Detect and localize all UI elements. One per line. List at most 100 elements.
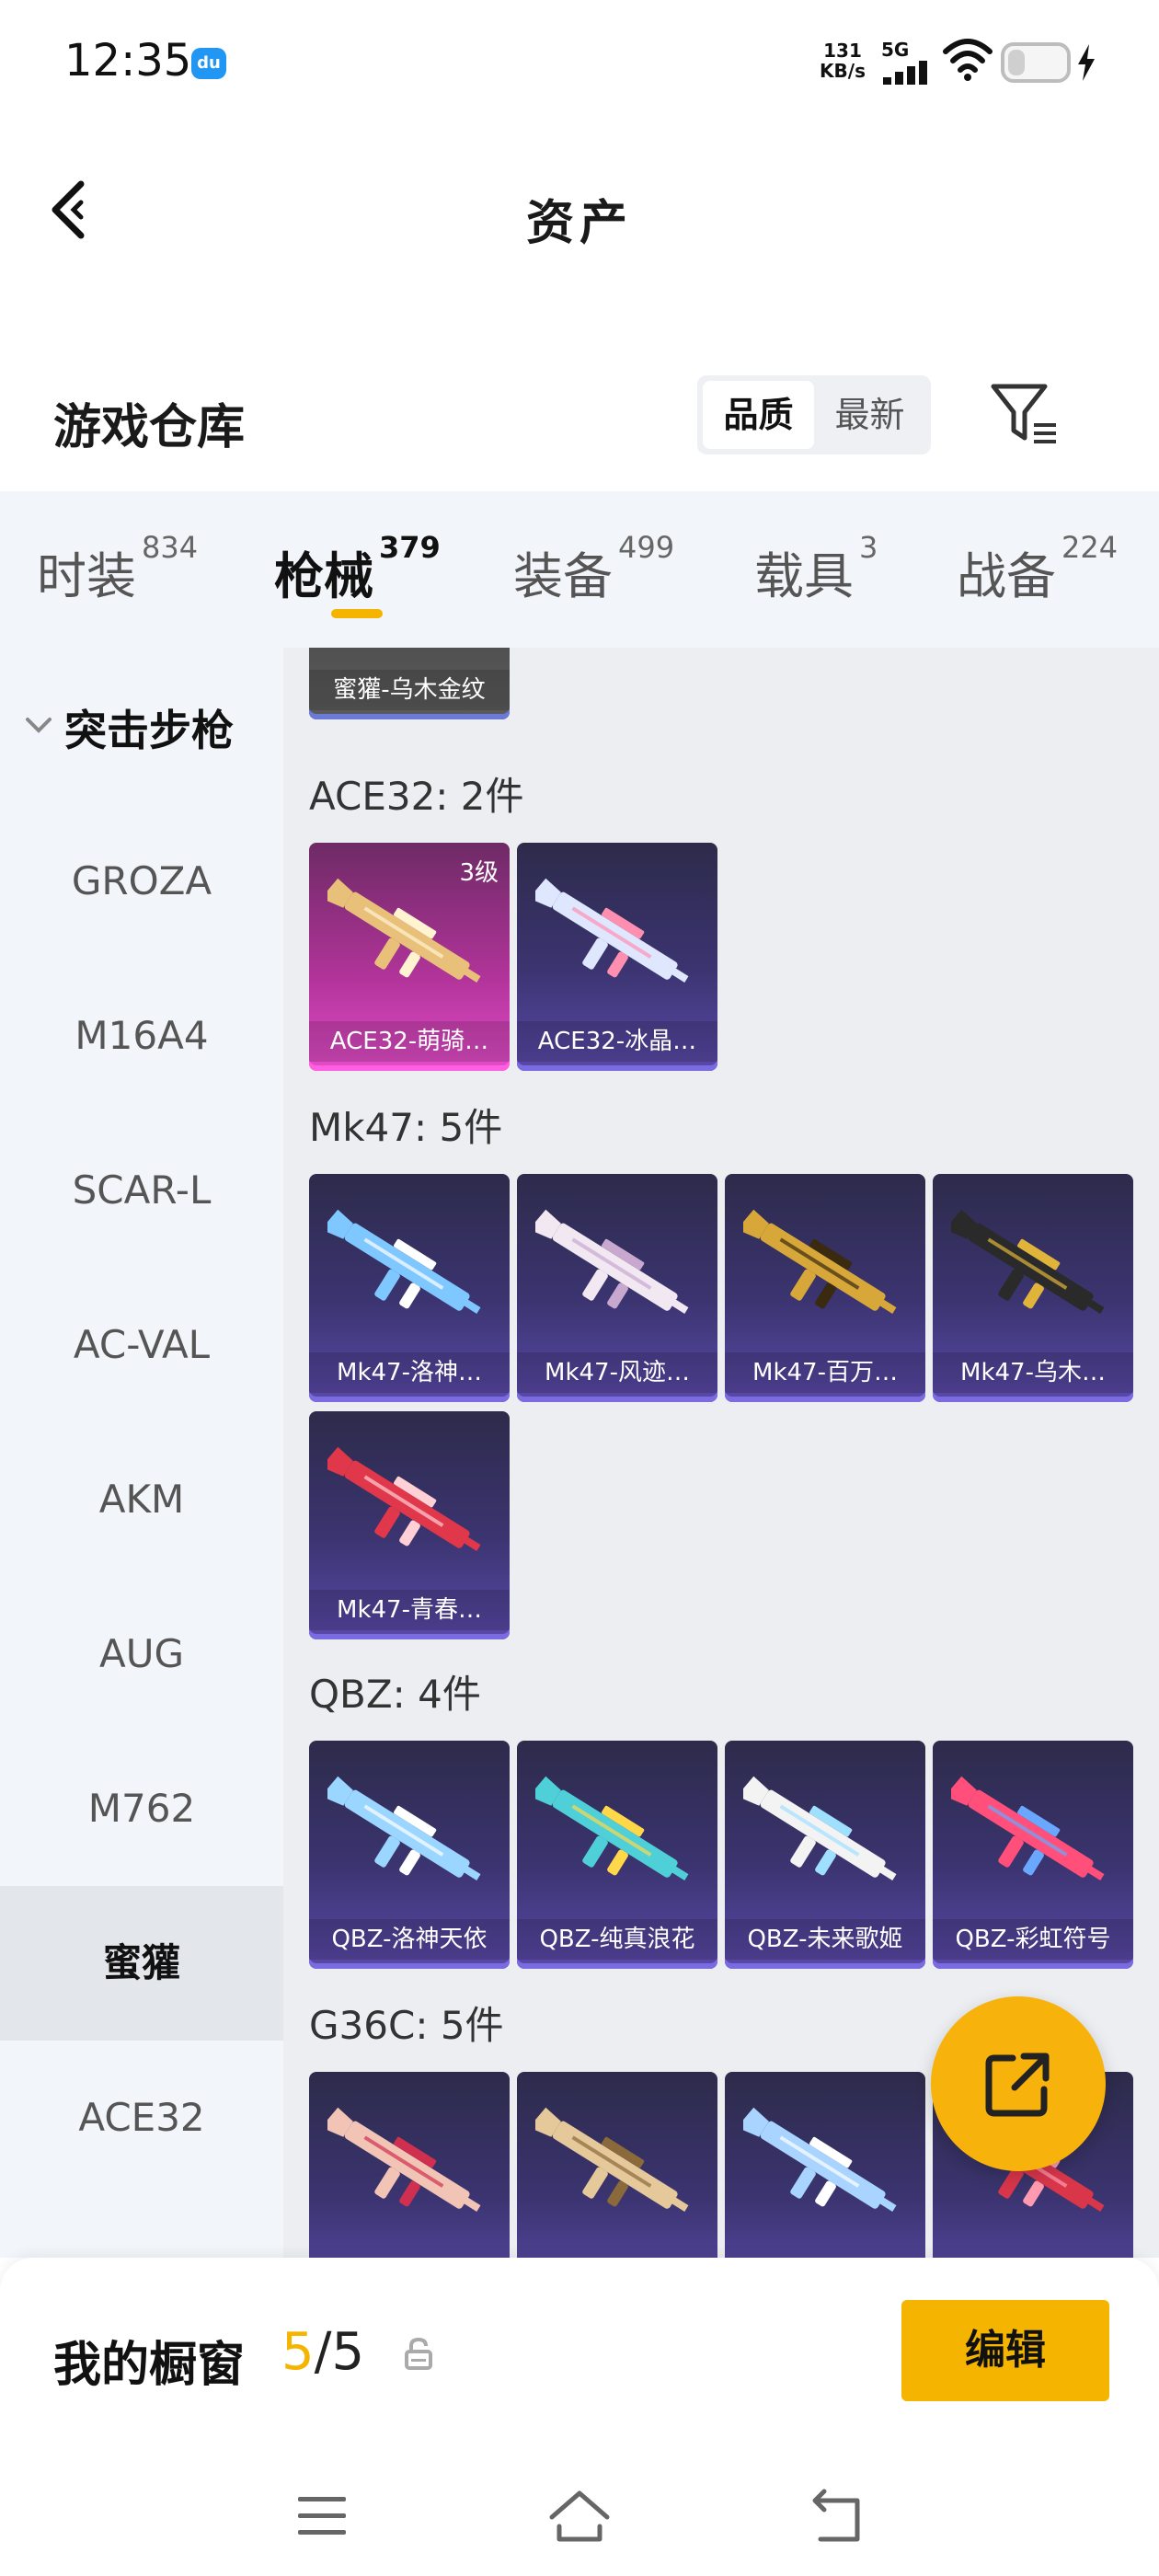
tab-supplies[interactable]: 战备 224: [957, 530, 1118, 608]
sidebar-item-m762[interactable]: M762: [0, 1731, 283, 1886]
cellular-signal-icon: 5G: [881, 39, 933, 85]
sort-by-newest[interactable]: 最新: [814, 381, 925, 449]
showcase-current: 5: [281, 2322, 315, 2382]
nav-menu-button[interactable]: [285, 2484, 359, 2548]
skin-card[interactable]: QBZ-未来歌姬: [725, 1741, 925, 1969]
tab-label: 载具: [754, 547, 854, 605]
skin-card-level: 3级: [459, 859, 499, 887]
tab-count: 834: [142, 530, 199, 565]
rifle-skin-icon: [327, 1446, 481, 1551]
sidebar-item-honey-badger[interactable]: 蜜獾: [0, 1886, 283, 2041]
share-fab-button[interactable]: [931, 1996, 1106, 2171]
skin-card[interactable]: 3级 ACE32-萌骑…: [309, 843, 510, 1071]
skin-card[interactable]: Mk47-洛神…: [309, 1174, 510, 1402]
skin-card-name: Mk47-青春…: [309, 1590, 510, 1630]
group-label: Mk47: 5件: [309, 1105, 503, 1150]
group-label: ACE32: 2件: [309, 774, 524, 819]
sidebar-item-scar-l[interactable]: SCAR-L: [0, 1113, 283, 1268]
rifle-skin-icon: [535, 1209, 689, 1314]
network-speed-value: 131: [823, 40, 862, 62]
status-bar: 12:35 du 131 KB/s 5G: [0, 0, 1159, 120]
section-title: 游戏仓库: [53, 400, 246, 455]
skin-card-name: 蜜獾-乌木金纹: [309, 670, 510, 710]
skin-card-name: QBZ-纯真浪花: [517, 1919, 717, 1960]
skin-card-name: Mk47-风迹…: [517, 1352, 717, 1393]
showcase-label: 我的橱窗: [53, 2338, 246, 2393]
status-time: 12:35: [64, 35, 192, 86]
tab-count: 499: [618, 530, 675, 565]
skin-card-name: QBZ-未来歌姬: [725, 1919, 925, 1960]
app-header: 资产: [0, 147, 1159, 276]
signal-bars-icon: [883, 61, 927, 85]
skin-card[interactable]: Mk47-百万…: [725, 1174, 925, 1402]
network-type: 5G: [881, 39, 910, 61]
external-link-icon: [985, 2053, 1050, 2117]
skin-card[interactable]: QBZ-洛神天依: [309, 1741, 510, 1969]
skin-card[interactable]: QBZ-纯真浪花: [517, 1741, 717, 1969]
skin-card-name: QBZ-彩虹符号: [933, 1919, 1133, 1960]
system-navigation-bar: [0, 2466, 1159, 2567]
tab-firearms[interactable]: 枪械 379: [274, 530, 441, 608]
rifle-skin-icon: [743, 1209, 897, 1314]
tab-label: 枪械: [274, 547, 373, 605]
skin-card[interactable]: Mk47-乌木…: [933, 1174, 1133, 1402]
nav-home-button[interactable]: [543, 2484, 616, 2548]
tab-label: 时装: [37, 547, 136, 605]
skin-card-name: ACE32-冰晶…: [517, 1021, 717, 1062]
skin-card[interactable]: QBZ-彩虹符号: [933, 1741, 1133, 1969]
chevron-down-icon: [26, 718, 52, 733]
sidebar-group-label: 突击步枪: [64, 706, 234, 755]
skin-card[interactable]: [517, 2072, 717, 2258]
tab-fashion[interactable]: 时装 834: [37, 530, 198, 608]
rifle-skin-icon: [535, 1776, 689, 1880]
lock-icon: [405, 2337, 432, 2370]
showcase-count: 5/5: [281, 2322, 364, 2382]
nav-back-button[interactable]: [800, 2484, 874, 2548]
showcase-separator: /: [314, 2322, 332, 2382]
category-tabs: 时装 834 枪械 379 装备 499 载具 3 战备 224: [0, 491, 1159, 648]
filter-button[interactable]: [988, 377, 1061, 451]
rifle-skin-icon: [535, 878, 689, 983]
skin-card[interactable]: Mk47-风迹…: [517, 1174, 717, 1402]
filter-icon: [991, 384, 1056, 443]
sidebar-item-ac-val[interactable]: AC-VAL: [0, 1268, 283, 1422]
showcase-total: 5: [331, 2322, 365, 2382]
group-label: G36C: 5件: [309, 2003, 504, 2048]
sidebar-item-aug[interactable]: AUG: [0, 1577, 283, 1731]
rifle-skin-icon: [951, 1776, 1105, 1880]
sort-toggle: 品质 最新: [697, 375, 931, 454]
rifle-skin-icon: [327, 878, 481, 983]
sidebar-item-akm[interactable]: AKM: [0, 1422, 283, 1577]
skin-card[interactable]: ACE32-冰晶…: [517, 843, 717, 1071]
rifle-skin-icon: [535, 2107, 689, 2212]
skin-card-name: Mk47-乌木…: [933, 1352, 1133, 1393]
tab-vehicles[interactable]: 载具 3: [754, 530, 878, 608]
sidebar-item-groza[interactable]: GROZA: [0, 804, 283, 959]
skin-card[interactable]: Mk47-青春…: [309, 1411, 510, 1639]
tab-count: 224: [1061, 530, 1119, 565]
skin-card-name: ACE32-萌骑…: [309, 1021, 510, 1062]
skin-card[interactable]: 蜜獾-乌木金纹: [309, 648, 510, 719]
rifle-skin-icon: [951, 1209, 1105, 1314]
tab-equipment[interactable]: 装备 499: [513, 530, 674, 608]
skin-card-name: Mk47-百万…: [725, 1352, 925, 1393]
tab-count: 3: [859, 530, 878, 565]
weapon-type-sidebar: 突击步枪 GROZA M16A4 SCAR-L AC-VAL AKM AUG M…: [0, 648, 283, 2258]
menu-icon: [298, 2497, 346, 2535]
sidebar-item-ace32[interactable]: ACE32: [0, 2041, 283, 2195]
edit-showcase-button[interactable]: 编辑: [901, 2300, 1109, 2401]
rifle-skin-icon: [327, 1776, 481, 1880]
group-label: QBZ: 4件: [309, 1672, 481, 1717]
network-speed-unit: KB/s: [820, 60, 866, 82]
skin-card[interactable]: [309, 2072, 510, 2258]
sort-by-quality[interactable]: 品质: [703, 381, 814, 449]
warehouse-header: 游戏仓库 品质 最新: [0, 368, 1159, 469]
wifi-icon: [943, 39, 993, 81]
battery-icon: [1001, 42, 1071, 83]
skin-card[interactable]: [725, 2072, 925, 2258]
rifle-skin-icon: [743, 2107, 897, 2212]
sidebar-item-m16a4[interactable]: M16A4: [0, 959, 283, 1113]
sidebar-group-assault-rifles[interactable]: 突击步枪: [0, 648, 283, 804]
active-tab-indicator: [331, 609, 383, 618]
page-title: 资产: [525, 196, 633, 251]
